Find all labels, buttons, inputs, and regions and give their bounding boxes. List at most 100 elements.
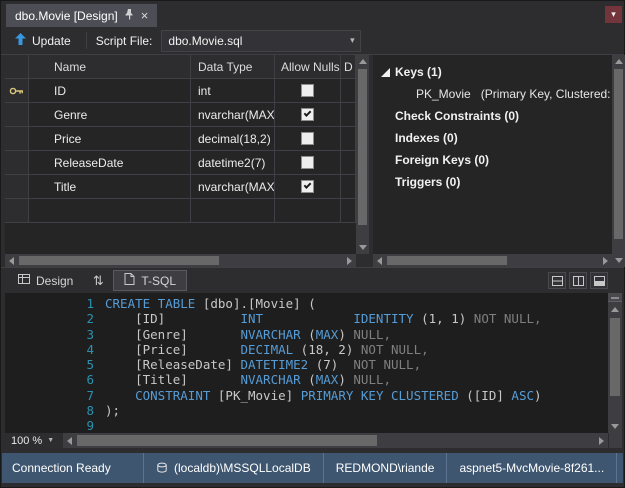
grid-vertical-scrollbar[interactable] <box>356 55 369 254</box>
zoom-select[interactable]: 100 % ▼ <box>5 433 63 448</box>
code-line[interactable]: 1CREATE TABLE [dbo].[Movie] ( <box>5 296 607 311</box>
allow-nulls-cell[interactable] <box>275 151 341 175</box>
context-vertical-scrollbar[interactable] <box>612 55 625 267</box>
scroll-down-button[interactable] <box>612 254 625 267</box>
scroll-up-button[interactable] <box>608 303 622 316</box>
code-line[interactable]: 4 [Price] DECIMAL (18, 2) NOT NULL, <box>5 342 607 357</box>
scroll-up-button[interactable] <box>356 55 369 68</box>
scroll-down-button[interactable] <box>608 420 622 433</box>
column-name-cell[interactable]: Price <box>29 127 191 151</box>
scrollbar-thumb[interactable] <box>19 256 219 265</box>
tree-item-keys[interactable]: Keys (1) <box>373 61 612 83</box>
tree-item-indexes[interactable]: Indexes (0) <box>373 127 612 149</box>
pin-icon[interactable] <box>125 8 134 23</box>
tree-item-foreign-keys[interactable]: Foreign Keys (0) <box>373 149 612 171</box>
close-icon[interactable]: × <box>141 9 149 22</box>
allow-nulls-cell[interactable] <box>275 79 341 103</box>
tsql-editor[interactable]: 1CREATE TABLE [dbo].[Movie] (2 [ID] INT … <box>5 293 622 433</box>
default-cell[interactable] <box>341 151 356 175</box>
tree-child-item[interactable]: PK_Movie (Primary Key, Clustered: I <box>373 83 612 105</box>
scroll-left-button[interactable] <box>373 254 386 267</box>
data-type-cell[interactable] <box>191 199 275 223</box>
scrollbar-thumb[interactable] <box>614 69 623 239</box>
column-name-cell[interactable]: Title <box>29 175 191 199</box>
scroll-right-button[interactable] <box>343 254 356 267</box>
row-selector[interactable] <box>5 127 29 151</box>
default-cell[interactable] <box>341 79 356 103</box>
split-vertical-button[interactable] <box>569 272 587 289</box>
row-selector[interactable] <box>5 199 29 223</box>
maximize-pane-button[interactable] <box>590 272 608 289</box>
column-header-d[interactable]: D <box>341 55 356 79</box>
row-selector[interactable] <box>5 103 29 127</box>
column-header-allow-nulls[interactable]: Allow Nulls <box>275 55 341 79</box>
scroll-right-button[interactable] <box>595 433 608 448</box>
code-line[interactable]: 2 [ID] INT IDENTITY (1, 1) NOT NULL, <box>5 311 607 326</box>
scrollbar-thumb[interactable] <box>358 69 367 225</box>
scroll-left-button[interactable] <box>63 433 76 448</box>
script-file-value: dbo.Movie.sql <box>162 34 344 48</box>
allow-nulls-cell[interactable] <box>275 199 341 223</box>
scrollbar-thumb[interactable] <box>610 318 620 396</box>
allow-nulls-checkbox[interactable] <box>301 108 314 121</box>
grid-corner-header[interactable] <box>5 55 29 79</box>
tree-item-check-constraints[interactable]: Check Constraints (0) <box>373 105 612 127</box>
code-line[interactable]: 8); <box>5 403 607 418</box>
scrollbar-thumb[interactable] <box>77 435 377 446</box>
column-name-cell[interactable]: ReleaseDate <box>29 151 191 175</box>
update-button[interactable]: Update <box>9 30 77 51</box>
allow-nulls-cell[interactable] <box>275 175 341 199</box>
allow-nulls-checkbox[interactable] <box>301 180 314 193</box>
editor-split-handle[interactable] <box>608 293 622 302</box>
column-name-cell[interactable]: Genre <box>29 103 191 127</box>
script-file-combobox[interactable]: dbo.Movie.sql ▾ <box>161 30 361 52</box>
data-type-cell[interactable]: nvarchar(MAX) <box>191 103 275 127</box>
document-tab[interactable]: dbo.Movie [Design] × <box>6 4 157 27</box>
default-cell[interactable] <box>341 103 356 127</box>
expander-icon[interactable] <box>381 68 390 77</box>
status-segment: REDMOND\riande <box>323 453 447 483</box>
column-header-data-type[interactable]: Data Type <box>191 55 275 79</box>
column-name-cell[interactable]: ID <box>29 79 191 103</box>
code-line[interactable]: 5 [ReleaseDate] DATETIME2 (7) NOT NULL, <box>5 357 607 372</box>
design-icon <box>18 273 30 288</box>
column-header-name[interactable]: Name <box>29 55 191 79</box>
row-selector[interactable] <box>5 151 29 175</box>
tree-item-triggers[interactable]: Triggers (0) <box>373 171 612 193</box>
allow-nulls-checkbox[interactable] <box>301 156 314 169</box>
row-selector[interactable] <box>5 175 29 199</box>
data-type-cell[interactable]: nvarchar(MAX) <box>191 175 275 199</box>
swap-panes-icon[interactable]: ⇅ <box>87 271 109 291</box>
grid-horizontal-scrollbar[interactable] <box>5 254 356 267</box>
allow-nulls-cell[interactable] <box>275 103 341 127</box>
default-cell[interactable] <box>341 199 356 223</box>
default-cell[interactable] <box>341 175 356 199</box>
allow-nulls-cell[interactable] <box>275 127 341 151</box>
code-line[interactable]: 3 [Genre] NVARCHAR (MAX) NULL, <box>5 327 607 342</box>
code-line[interactable]: 7 CONSTRAINT [PK_Movie] PRIMARY KEY CLUS… <box>5 388 607 403</box>
tab-list-dropdown-button[interactable]: ▾ <box>605 6 622 23</box>
default-cell[interactable] <box>341 127 356 151</box>
code-line[interactable]: 9 <box>5 418 607 433</box>
visual-studio-window: dbo.Movie [Design] × ▾ Update Script Fil… <box>0 0 625 488</box>
data-type-cell[interactable]: int <box>191 79 275 103</box>
allow-nulls-checkbox[interactable] <box>301 84 314 97</box>
context-horizontal-scrollbar[interactable] <box>373 254 612 267</box>
context-panel: Keys (1)PK_Movie (Primary Key, Clustered… <box>373 55 612 267</box>
editor-horizontal-scrollbar[interactable] <box>63 433 608 448</box>
column-name-cell[interactable] <box>29 199 191 223</box>
data-type-cell[interactable]: decimal(18,2) <box>191 127 275 151</box>
scroll-left-button[interactable] <box>5 254 18 267</box>
scrollbar-thumb[interactable] <box>387 256 507 265</box>
scroll-right-button[interactable] <box>599 254 612 267</box>
tab-design[interactable]: Design <box>8 270 83 291</box>
data-type-cell[interactable]: datetime2(7) <box>191 151 275 175</box>
scroll-down-button[interactable] <box>356 241 369 254</box>
split-horizontal-button[interactable] <box>548 272 566 289</box>
row-selector[interactable] <box>5 79 29 103</box>
code-line[interactable]: 6 [Title] NVARCHAR (MAX) NULL, <box>5 372 607 387</box>
allow-nulls-checkbox[interactable] <box>301 132 314 145</box>
scroll-up-button[interactable] <box>612 55 625 68</box>
editor-vertical-scrollbar[interactable] <box>608 293 622 433</box>
tab-tsql[interactable]: T-SQL <box>113 270 187 291</box>
